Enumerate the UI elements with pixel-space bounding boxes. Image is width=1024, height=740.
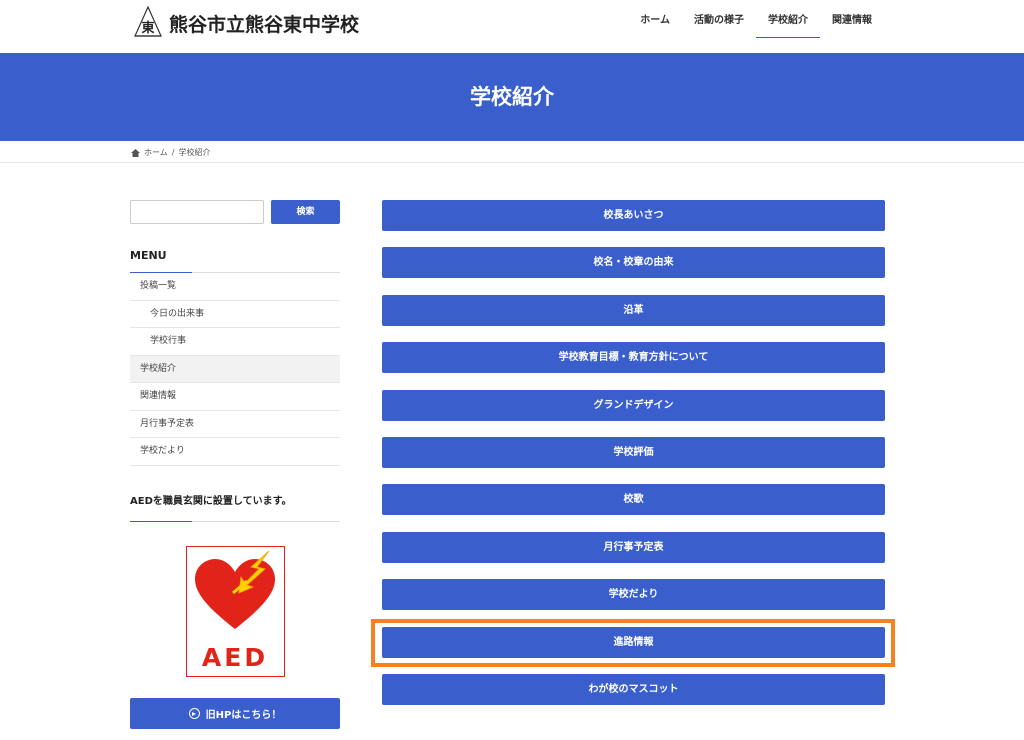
link-grand-design[interactable]: グランドデザイン [382,389,885,421]
link-education-goals[interactable]: 学校教育目標・教育方針について [382,342,885,374]
link-school-name-origin[interactable]: 校名・校章の由来 [382,247,885,279]
link-list: 校長あいさつ 校名・校章の由来 沿革 学校教育目標・教育方針について グランドデ… [382,200,885,721]
main-nav: ホーム 活動の様子 学校紹介 関連情報 [628,0,884,52]
menu-title: MENU [130,246,340,273]
link-career-info[interactable]: 進路情報 [382,626,885,658]
heart-lightning-icon [194,550,275,629]
breadcrumb: ホーム / 学校紹介 [0,141,1024,163]
breadcrumb-current: 学校紹介 [178,148,211,157]
link-monthly-schedule[interactable]: 月行事予定表 [382,531,885,563]
school-emblem-icon: 東 [133,5,163,40]
menu-item-school-intro[interactable]: 学校紹介 [130,355,340,383]
nav-activities[interactable]: 活動の様子 [682,0,756,38]
search-button[interactable]: 検索 [271,200,340,224]
link-newsletter[interactable]: 学校だより [382,579,885,611]
page-title-banner: 学校紹介 [0,53,1024,141]
link-school-evaluation[interactable]: 学校評価 [382,436,885,468]
menu-item-monthly-schedule[interactable]: 月行事予定表 [130,411,340,438]
breadcrumb-separator: / [171,148,175,157]
aed-heading: AEDを職員玄関に設置しています。 [130,492,340,522]
old-hp-button[interactable]: 旧HPはこちら！ [130,698,340,729]
page-title: 学校紹介 [470,85,554,109]
menu-list: 投稿一覧 今日の出来事 学校行事 学校紹介 関連情報 月行事予定表 学校だより [130,273,340,466]
search-input[interactable] [130,200,264,224]
menu-item-newsletter[interactable]: 学校だより [130,438,340,466]
menu-item-today[interactable]: 今日の出来事 [130,301,340,328]
sidebar: 検索 MENU 投稿一覧 今日の出来事 学校行事 学校紹介 関連情報 月行事予定… [130,200,340,729]
nav-related-info[interactable]: 関連情報 [820,0,884,38]
emblem-glyph: 東 [141,20,154,36]
site-logo[interactable]: 東 熊谷市立熊谷東中学校 [133,5,360,40]
old-hp-label: 旧HPはこちら！ [205,710,282,721]
link-principal-greeting[interactable]: 校長あいさつ [382,200,885,231]
link-history[interactable]: 沿革 [382,294,885,326]
link-mascot[interactable]: わが校のマスコット [382,673,885,705]
aed-sign: AED [185,545,285,677]
nav-home[interactable]: ホーム [628,0,682,38]
menu-item-events[interactable]: 学校行事 [130,328,340,356]
home-icon [131,148,140,157]
breadcrumb-home[interactable]: ホーム [144,147,168,158]
site-header: 東 熊谷市立熊谷東中学校 ホーム 活動の様子 学校紹介 関連情報 [0,0,1024,52]
link-school-song[interactable]: 校歌 [382,484,885,516]
search-form: 検索 [130,200,340,224]
nav-school-intro[interactable]: 学校紹介 [756,0,820,38]
menu-item-posts[interactable]: 投稿一覧 [130,273,340,301]
aed-label: AED [201,642,269,672]
menu-item-related[interactable]: 関連情報 [130,383,340,411]
site-title: 熊谷市立熊谷東中学校 [169,13,360,36]
arrow-circle-right-icon [188,708,200,719]
